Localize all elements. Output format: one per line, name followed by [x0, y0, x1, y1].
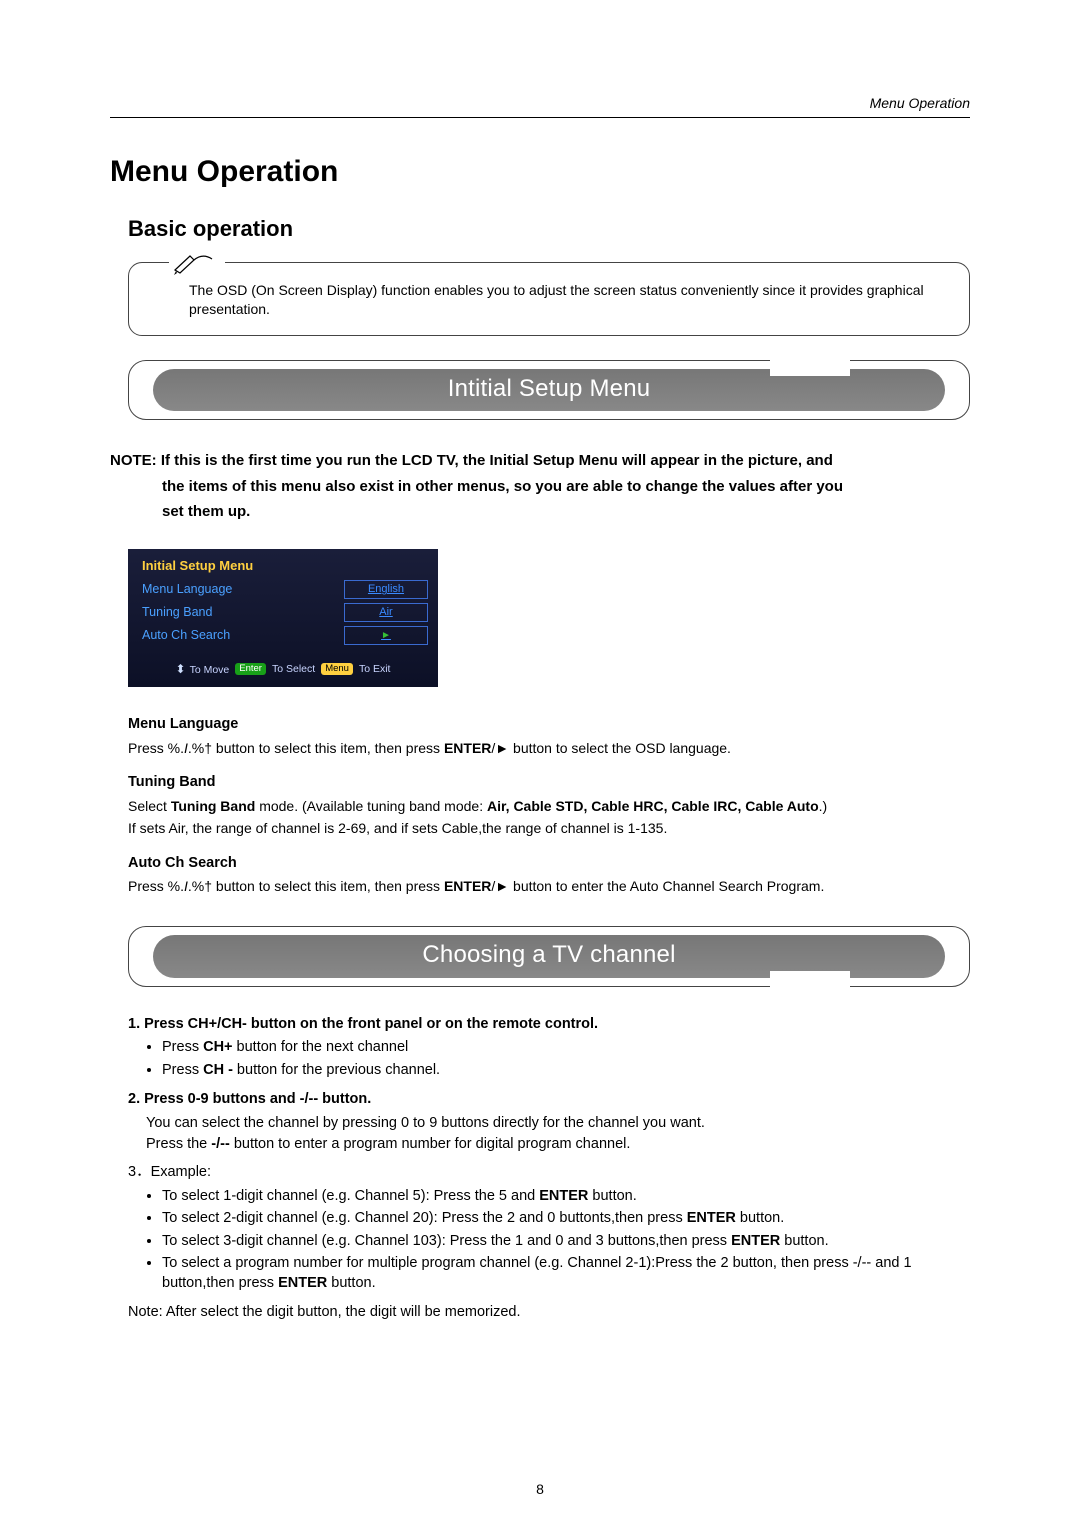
osd-row-value: English	[344, 580, 428, 599]
list-item: To select a program number for multiple …	[162, 1254, 970, 1293]
text-fragment: CH -	[203, 1062, 233, 1078]
text-fragment: ENTER	[539, 1188, 588, 1204]
text-fragment: .%† button to select this item, then pre…	[188, 878, 444, 894]
text-fragment: ENTER	[687, 1210, 736, 1226]
osd-row-label: Auto Ch Search	[138, 627, 344, 644]
text-fragment: /► button to enter the Auto Channel Sear…	[491, 878, 824, 894]
text-fragment: button.	[736, 1210, 784, 1226]
hand-writing-icon	[169, 249, 225, 277]
text-fragment: /► button to select the OSD language.	[491, 740, 731, 756]
text-fragment: To select 1-digit channel (e.g. Channel …	[162, 1188, 539, 1204]
text-fragment: .%† button to select this item, then pre…	[188, 740, 444, 756]
text-fragment: Press %.	[128, 878, 184, 894]
note-line2: the items of this menu also exist in oth…	[110, 474, 970, 500]
step-2-heading: 2. Press 0-9 buttons and -/-- button.	[128, 1090, 970, 1110]
osd-row-value: Air	[344, 603, 428, 622]
text-fragment: Press %.	[128, 740, 184, 756]
note-prefix: NOTE:	[110, 452, 157, 469]
list-item: To select 3-digit channel (e.g. Channel …	[162, 1232, 970, 1252]
osd-footer-exit: To Exit	[359, 662, 391, 676]
osd-callout-box: The OSD (On Screen Display) function ena…	[128, 262, 970, 336]
note-block: NOTE: If this is the first time you run …	[110, 448, 970, 525]
step-2-line-a: You can select the channel by pressing 0…	[146, 1114, 970, 1134]
step-2-line-b: Press the -/-- button to enter a program…	[146, 1135, 970, 1155]
osd-footer-select: To Select	[272, 662, 315, 676]
text-fragment: button for the next channel	[233, 1039, 409, 1055]
step-3-heading: 3．Example:	[128, 1163, 970, 1183]
osd-menu-mock: Initial Setup Menu Menu Language English…	[128, 549, 438, 687]
text-fragment: To select 2-digit channel (e.g. Channel …	[162, 1210, 687, 1226]
document-page: Menu Operation Menu Operation Basic oper…	[0, 0, 1080, 1527]
text-fragment: Press the	[146, 1136, 211, 1152]
text-fragment: To select a program number for multiple …	[162, 1255, 912, 1291]
osd-row-auto-ch-search: Auto Ch Search	[138, 624, 428, 647]
text-fragment: CH+	[203, 1039, 232, 1055]
osd-menu-title: Initial Setup Menu	[138, 555, 428, 579]
osd-row-label: Tuning Band	[138, 604, 344, 621]
text-fragment: button.	[327, 1275, 375, 1291]
osd-footer-enter-btn: Enter	[235, 663, 266, 676]
text-fragment: button to enter a program number for dig…	[230, 1136, 631, 1152]
osd-callout-text: The OSD (On Screen Display) function ena…	[189, 282, 924, 317]
text-fragment: button for the previous channel.	[233, 1062, 440, 1078]
choosing-channel-section: 1. Press CH+/CH- button on the front pan…	[128, 1015, 970, 1323]
step-1-heading: 1. Press CH+/CH- button on the front pan…	[128, 1015, 970, 1035]
osd-footer: To Move Enter To Select Menu To Exit	[138, 647, 428, 683]
subtitle-basic-operation: Basic operation	[128, 214, 970, 244]
text-fragment: .)	[819, 798, 828, 814]
osd-row-menu-language: Menu Language English	[138, 578, 428, 601]
section-title: Tuning Band	[128, 773, 970, 793]
running-header: Menu Operation	[110, 94, 970, 118]
text-fragment: Press	[162, 1062, 203, 1078]
text-fragment: ENTER	[444, 878, 491, 894]
osd-footer-move: To Move	[176, 661, 230, 677]
text-fragment: Press	[162, 1039, 203, 1055]
banner-initial-setup: Intitial Setup Menu	[128, 360, 970, 420]
section-title: Auto Ch Search	[128, 854, 970, 874]
note-line1: If this is the first time you run the LC…	[161, 452, 833, 469]
text-fragment: Tuning Band	[171, 798, 256, 814]
text-fragment: button.	[588, 1188, 636, 1204]
section-tuning-band: Tuning Band Select Tuning Band mode. (Av…	[128, 773, 970, 837]
text-fragment: ENTER	[278, 1275, 327, 1291]
list-item: To select 1-digit channel (e.g. Channel …	[162, 1187, 970, 1207]
page-title: Menu Operation	[110, 152, 970, 193]
osd-footer-menu-btn: Menu	[321, 663, 353, 676]
section-auto-ch-search: Auto Ch Search Press %.I.%† button to se…	[128, 854, 970, 896]
list-item: Press CH - button for the previous chann…	[162, 1061, 970, 1081]
text-fragment: ENTER	[731, 1233, 780, 1249]
text-fragment: ENTER	[444, 740, 491, 756]
osd-row-tuning-band: Tuning Band Air	[138, 601, 428, 624]
note-line3: set them up.	[110, 499, 970, 525]
list-item: Press CH+ button for the next channel	[162, 1038, 970, 1058]
section-title: Menu Language	[128, 715, 970, 735]
text-fragment: Air, Cable STD, Cable HRC, Cable IRC, Ca…	[487, 798, 819, 814]
osd-row-label: Menu Language	[138, 581, 344, 598]
final-note: Note: After select the digit button, the…	[128, 1303, 970, 1323]
section-menu-language: Menu Language Press %.I.%† button to sel…	[128, 715, 970, 757]
list-item: To select 2-digit channel (e.g. Channel …	[162, 1209, 970, 1229]
text-fragment: mode. (Available tuning band mode:	[255, 798, 487, 814]
page-number: 8	[0, 1480, 1080, 1499]
osd-row-play-icon	[344, 626, 428, 645]
text-fragment: button.	[780, 1233, 828, 1249]
text-fragment: -/--	[211, 1136, 230, 1152]
text-line: If sets Air, the range of channel is 2-6…	[128, 819, 970, 838]
text-fragment: To select 3-digit channel (e.g. Channel …	[162, 1233, 731, 1249]
banner-choosing-tv-channel: Choosing a TV channel	[128, 926, 970, 986]
text-fragment: Select	[128, 798, 171, 814]
